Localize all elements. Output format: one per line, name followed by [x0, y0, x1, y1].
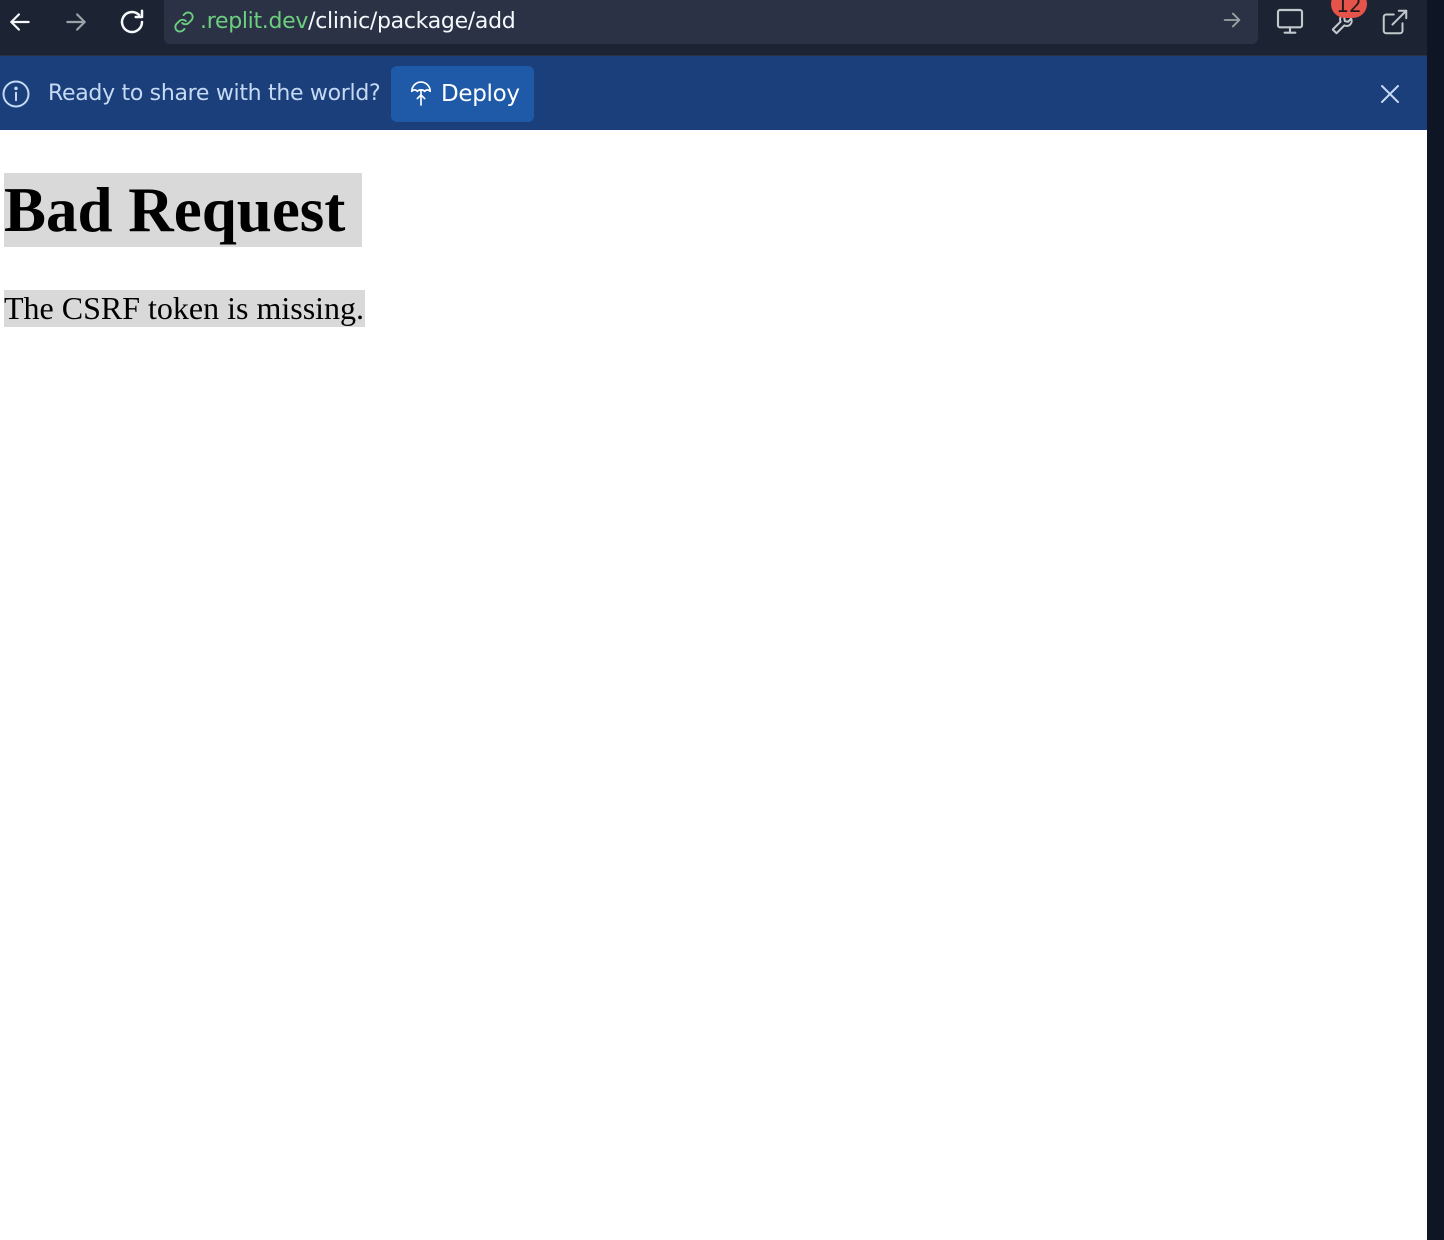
page-title: Bad Request	[4, 173, 363, 247]
forward-button[interactable]	[58, 4, 94, 40]
url-path: /clinic/package/add	[308, 9, 516, 34]
arrow-right-icon	[63, 9, 89, 35]
info-icon	[0, 78, 32, 110]
browser-toolbar: .replit.dev/clinic/package/add 12	[0, 0, 1427, 56]
link-icon	[172, 10, 196, 34]
url-host: .replit.dev	[200, 9, 309, 34]
back-button[interactable]	[2, 4, 38, 40]
monitor-icon	[1274, 6, 1306, 38]
browser-frame: .replit.dev/clinic/package/add 12 Ready …	[0, 0, 1427, 1240]
close-icon[interactable]	[1374, 78, 1406, 110]
reload-button[interactable]	[114, 4, 150, 40]
tools-badge-count: 12	[1331, 0, 1367, 18]
open-new-tab-button[interactable]	[1377, 4, 1413, 40]
go-button[interactable]	[1220, 10, 1244, 34]
window-edge	[1427, 0, 1444, 1240]
arrow-right-icon	[1221, 9, 1243, 36]
devices-button[interactable]	[1272, 4, 1308, 40]
url-text[interactable]: .replit.dev/clinic/package/add	[200, 8, 516, 36]
banner-message: Ready to share with the world?	[48, 81, 381, 106]
error-message: The CSRF token is missing.	[4, 290, 366, 327]
arrow-left-icon	[7, 9, 33, 35]
deploy-button-label: Deploy	[441, 81, 520, 107]
parachute-icon	[409, 80, 433, 108]
reload-icon	[117, 7, 147, 37]
url-bar[interactable]: .replit.dev/clinic/package/add	[164, 0, 1258, 44]
page-content: Bad Request The CSRF token is missing.	[0, 130, 1427, 1240]
deploy-button[interactable]: Deploy	[391, 66, 534, 122]
deploy-banner: Ready to share with the world? Deploy	[0, 56, 1427, 130]
external-link-icon	[1380, 7, 1410, 37]
